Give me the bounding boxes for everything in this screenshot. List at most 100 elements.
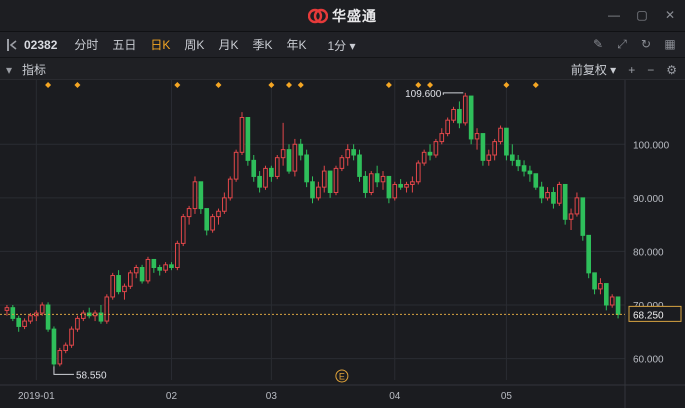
title-bar: 华盛通 — ▢ ✕ bbox=[0, 0, 685, 32]
candle[interactable] bbox=[263, 165, 268, 190]
candle[interactable] bbox=[556, 181, 562, 206]
candle[interactable] bbox=[233, 149, 239, 182]
candle[interactable] bbox=[498, 125, 503, 145]
stock-code[interactable]: 02382 bbox=[24, 38, 57, 52]
candle[interactable] bbox=[433, 138, 439, 158]
candle-body bbox=[4, 307, 10, 311]
tab-quarterly-k[interactable]: 季K bbox=[245, 36, 279, 54]
candle-body bbox=[545, 192, 550, 199]
candle-body bbox=[216, 210, 221, 218]
candle-body bbox=[363, 175, 368, 194]
candle[interactable] bbox=[533, 173, 539, 190]
indicator-label[interactable]: 指标 bbox=[22, 61, 46, 78]
layout-grid-icon[interactable]: ▦ bbox=[663, 37, 677, 51]
candle[interactable] bbox=[227, 176, 233, 201]
y-tick-label: 90.000 bbox=[633, 194, 664, 205]
candle[interactable] bbox=[57, 347, 63, 367]
candle-body bbox=[380, 175, 386, 183]
candlestick-chart[interactable]: 100.00090.00080.00070.00060.000 2019-010… bbox=[0, 80, 685, 408]
candle[interactable] bbox=[333, 165, 339, 196]
candle-body bbox=[339, 157, 345, 169]
candle-body bbox=[480, 133, 486, 161]
candle-body bbox=[310, 181, 315, 199]
candle[interactable] bbox=[421, 149, 427, 166]
tab-five-day[interactable]: 五日 bbox=[105, 36, 143, 54]
close-icon[interactable]: ✕ bbox=[663, 8, 677, 22]
candle-body bbox=[57, 350, 63, 365]
candle[interactable] bbox=[392, 181, 398, 201]
candle-body bbox=[398, 183, 403, 188]
caret-down-icon[interactable]: ▾ bbox=[6, 63, 12, 77]
candle[interactable] bbox=[274, 155, 280, 180]
candle[interactable] bbox=[580, 197, 586, 241]
candle-body bbox=[116, 275, 121, 293]
maximize-icon[interactable]: ▢ bbox=[635, 8, 649, 22]
tab-weekly-k[interactable]: 周K bbox=[177, 36, 211, 54]
candle[interactable] bbox=[445, 117, 450, 137]
candle-body bbox=[433, 141, 439, 156]
candle[interactable] bbox=[210, 213, 215, 233]
candle[interactable] bbox=[69, 326, 74, 348]
candle[interactable] bbox=[245, 117, 251, 166]
x-tick-label: 02 bbox=[166, 391, 178, 402]
candle-body bbox=[186, 208, 192, 218]
fullscreen-icon[interactable]: ⤢ bbox=[615, 37, 629, 51]
candle-body bbox=[392, 183, 398, 199]
candle-body bbox=[104, 296, 110, 322]
candle[interactable] bbox=[175, 240, 180, 271]
refresh-icon[interactable]: ↻ bbox=[639, 37, 653, 51]
candle-body bbox=[122, 285, 127, 293]
candle[interactable] bbox=[10, 305, 16, 322]
candle-body bbox=[239, 117, 245, 153]
candle[interactable] bbox=[180, 213, 186, 247]
candle[interactable] bbox=[451, 106, 456, 123]
tab-monthly-k[interactable]: 月K bbox=[211, 36, 245, 54]
candle-body bbox=[457, 108, 462, 124]
candle-body bbox=[269, 167, 274, 177]
candle[interactable] bbox=[128, 270, 133, 289]
settings-gear-icon[interactable]: ⚙ bbox=[666, 63, 677, 77]
x-tick-label: 05 bbox=[501, 391, 513, 402]
candle[interactable] bbox=[339, 155, 345, 172]
candle-body bbox=[75, 317, 80, 330]
y-tick-label: 80.000 bbox=[633, 247, 664, 258]
candle-body bbox=[175, 242, 180, 268]
candle-body bbox=[257, 175, 262, 188]
candle[interactable] bbox=[139, 264, 145, 284]
candle-body bbox=[10, 307, 16, 319]
pencil-icon[interactable]: ✎ bbox=[591, 37, 605, 51]
candle[interactable] bbox=[192, 176, 198, 214]
candle[interactable] bbox=[45, 302, 51, 332]
tab-yearly-k[interactable]: 年K bbox=[279, 36, 313, 54]
zoom-out-icon[interactable]: − bbox=[647, 63, 654, 77]
candle-body bbox=[504, 127, 509, 156]
candle[interactable] bbox=[304, 149, 309, 188]
candle[interactable] bbox=[468, 95, 474, 145]
candle-body bbox=[474, 133, 480, 140]
zoom-in-icon[interactable]: + bbox=[628, 63, 635, 77]
candle[interactable] bbox=[368, 171, 374, 196]
minimize-icon[interactable]: — bbox=[607, 8, 621, 22]
collapse-panel-icon[interactable] bbox=[6, 38, 18, 52]
adjust-select[interactable]: 前复权 ▾ bbox=[571, 61, 616, 78]
candle[interactable] bbox=[110, 272, 116, 300]
tab-intraday[interactable]: 分时 bbox=[67, 36, 105, 54]
candle[interactable] bbox=[145, 256, 151, 284]
current-price-label: 68.250 bbox=[633, 310, 664, 321]
candle[interactable] bbox=[562, 183, 568, 225]
candle[interactable] bbox=[292, 138, 298, 177]
candle[interactable] bbox=[586, 234, 592, 279]
candle[interactable] bbox=[239, 112, 245, 155]
candle[interactable] bbox=[462, 92, 468, 126]
minute-period-select[interactable]: 1分 ▾ bbox=[327, 37, 355, 54]
candle-body bbox=[492, 141, 497, 156]
tab-daily-k[interactable]: 日K bbox=[143, 36, 177, 54]
y-tick-label: 100.000 bbox=[633, 140, 670, 151]
candle-body bbox=[128, 272, 133, 287]
candle-body bbox=[357, 154, 362, 177]
candle[interactable] bbox=[415, 160, 421, 185]
candle-body bbox=[421, 151, 427, 164]
candle[interactable] bbox=[51, 326, 57, 367]
candle[interactable] bbox=[75, 315, 80, 332]
candle[interactable] bbox=[104, 294, 110, 324]
